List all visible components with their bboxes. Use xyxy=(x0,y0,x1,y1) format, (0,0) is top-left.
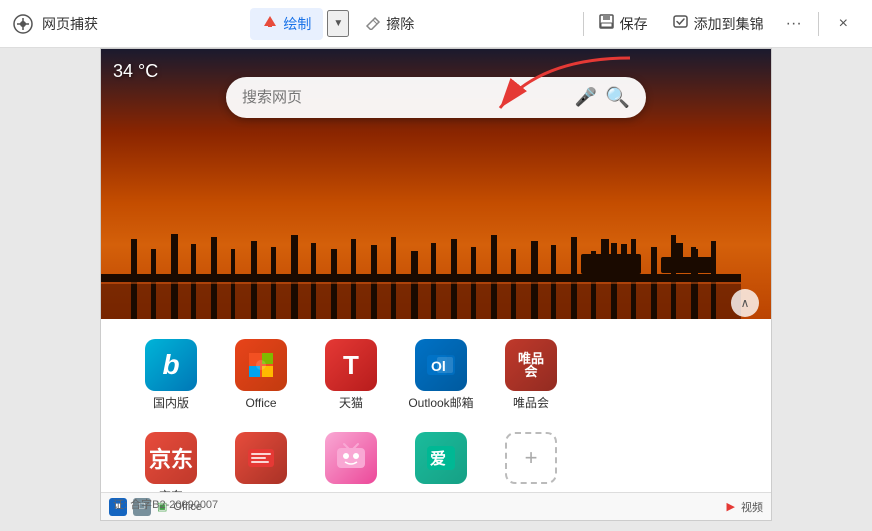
app-office-label: Office xyxy=(245,396,276,412)
app-office[interactable]: Office xyxy=(221,333,301,418)
save-button[interactable]: 保存 xyxy=(588,7,658,41)
save-label: 保存 xyxy=(620,14,648,34)
app-iqiyi-icon: 爱 xyxy=(415,432,467,484)
chevron-up-button[interactable]: ∧ xyxy=(731,289,759,317)
app-bing-icon: b xyxy=(145,339,197,391)
browser-content: 34 °C 🎤 🔍 ∧ b 国内版 xyxy=(100,48,772,521)
svg-text:爱: 爱 xyxy=(430,449,446,468)
newtab-background: 34 °C 🎤 🔍 ∧ xyxy=(101,49,771,329)
app-iqiyi[interactable]: 爱 xyxy=(401,426,481,495)
erase-button[interactable]: 擦除 xyxy=(353,8,426,40)
app-vip-icon: 唯品会 xyxy=(505,339,557,391)
app-ms-news-icon xyxy=(235,432,287,484)
close-button[interactable]: × xyxy=(827,9,860,39)
mic-icon[interactable]: 🎤 xyxy=(575,87,597,108)
svg-text:Ol: Ol xyxy=(431,358,446,374)
apps-row-1: b 国内版 Office xyxy=(121,329,751,422)
app-vip[interactable]: 唯品会 唯品会 xyxy=(491,333,571,418)
chevron-up-icon: ∧ xyxy=(741,296,750,310)
app-outlook[interactable]: Ol Outlook邮箱 xyxy=(401,333,481,418)
more-label: ··· xyxy=(786,15,802,32)
add-app-button[interactable]: + xyxy=(505,432,557,484)
bottom-text-4: 视频 xyxy=(741,499,763,515)
license-text: 证: 合字B2-20090007 xyxy=(113,496,218,512)
app-ms-news[interactable] xyxy=(221,426,301,495)
toolbar-divider xyxy=(583,12,584,36)
app-bing[interactable]: b 国内版 xyxy=(131,333,211,418)
collection-icon xyxy=(672,13,689,35)
app-tmall[interactable]: T 天猫 xyxy=(311,333,391,418)
app-tmall-label: 天猫 xyxy=(339,396,363,412)
search-icon[interactable]: 🔍 xyxy=(605,85,630,110)
apps-area: b 国内版 Office xyxy=(101,319,771,520)
add-icon: + xyxy=(525,445,538,471)
bottom-text-3: ▶ xyxy=(727,500,735,513)
toolbar-center: 绘制 ▼ 擦除 xyxy=(98,8,579,40)
brand-label: 网页捕获 xyxy=(42,14,98,34)
toolbar: 网页捕获 绘制 ▼ 擦除 xyxy=(0,0,872,48)
search-bar-container: 🎤 🔍 xyxy=(226,77,646,118)
draw-button[interactable]: 绘制 xyxy=(250,8,323,40)
toolbar-right: 保存 添加到集锦 ··· × xyxy=(588,7,860,41)
collection-label: 添加到集锦 xyxy=(694,14,764,34)
toolbar-left: 网页捕获 xyxy=(12,13,98,35)
more-button[interactable]: ··· xyxy=(778,9,810,39)
search-input[interactable] xyxy=(242,89,567,106)
app-outlook-label: Outlook邮箱 xyxy=(408,396,473,412)
capture-icon xyxy=(12,13,34,35)
draw-label: 绘制 xyxy=(283,14,311,34)
erase-label: 擦除 xyxy=(386,14,414,34)
weather-temperature: 34 °C xyxy=(113,61,158,82)
app-outlook-icon: Ol xyxy=(415,339,467,391)
app-office-icon xyxy=(235,339,287,391)
close-label: × xyxy=(839,15,848,32)
toolbar-divider-2 xyxy=(818,12,819,36)
app-vip-label: 唯品会 xyxy=(513,396,549,412)
add-app-item[interactable]: + xyxy=(491,426,571,490)
draw-icon xyxy=(262,14,278,34)
app-bing-label: 国内版 xyxy=(153,396,189,412)
app-jd-icon: 京东 xyxy=(145,432,197,484)
collection-button[interactable]: 添加到集锦 xyxy=(662,7,774,41)
search-bar: 🎤 🔍 xyxy=(226,77,646,118)
draw-dropdown-button[interactable]: ▼ xyxy=(327,10,349,37)
erase-icon xyxy=(365,14,381,34)
app-bilibili[interactable] xyxy=(311,426,391,495)
save-icon xyxy=(598,13,615,35)
app-bilibili-icon xyxy=(325,432,377,484)
app-tmall-icon: T xyxy=(325,339,377,391)
